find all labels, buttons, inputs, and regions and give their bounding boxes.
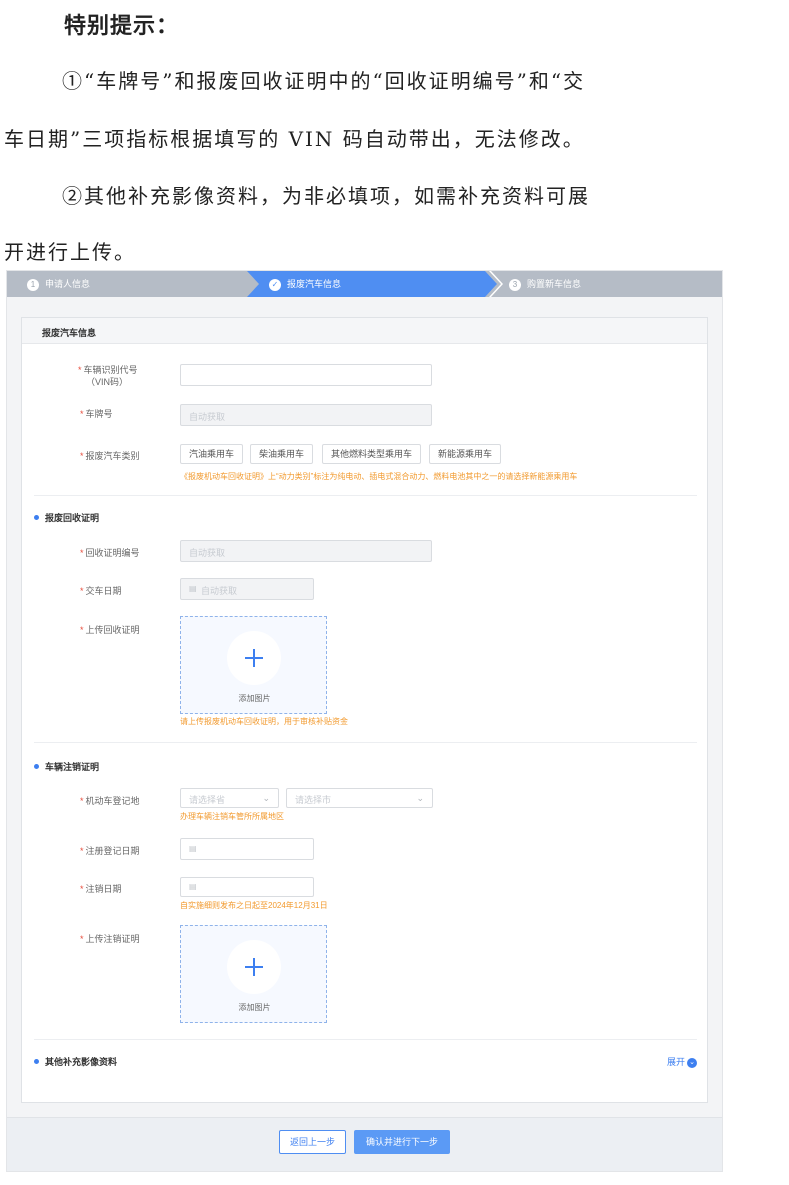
- type-diesel-button[interactable]: 柴油乘用车: [250, 444, 314, 464]
- upload-recycle-dropzone[interactable]: 添加图片: [180, 616, 327, 714]
- step-label-scrapped: 报废汽车信息: [287, 279, 342, 289]
- step-label-applicant: 申请人信息: [45, 279, 91, 289]
- type-gasoline-button[interactable]: 汽油乘用车: [180, 444, 244, 464]
- recycle-section-title: 报废回收证明: [34, 511, 99, 524]
- step-progress-bar: 1 申请人信息 ✓ 报废汽车信息 3 购置新车信息: [7, 271, 722, 297]
- card-title: 报废汽车信息: [42, 328, 97, 338]
- cert-no-label: * 回收证明编号: [80, 548, 140, 558]
- step-applicant[interactable]: 1 申请人信息: [27, 271, 90, 297]
- dereg-section-title: 车辆注销证明: [34, 760, 99, 773]
- divider: [34, 742, 697, 743]
- supplement-row: 展开 ⌄: [22, 1055, 707, 1068]
- step-scrapped-vehicle[interactable]: ✓ 报废汽车信息: [269, 271, 341, 297]
- handover-date-input: ▤ 自动获取: [180, 578, 314, 600]
- notice-line-1: ①“车牌号”和报废回收证明中的“回收证明编号”和“交: [62, 69, 586, 93]
- notice-heading: 特别提示：: [64, 13, 180, 39]
- chevron-down-icon: ⌄: [687, 1057, 697, 1068]
- region-label: * 机动车登记地: [80, 796, 140, 806]
- type-new-energy-button[interactable]: 新能源乘用车: [429, 444, 502, 464]
- reg-date-input[interactable]: ▤: [180, 838, 314, 860]
- footer-action-bar: 返回上一步 确认并进行下一步: [7, 1117, 722, 1171]
- upload-dereg-text: 添加图片: [238, 1003, 271, 1012]
- province-select[interactable]: 请选择省 ⌄: [180, 788, 279, 808]
- calendar-icon: ▤: [189, 882, 197, 891]
- upload-recycle-label: * 上传回收证明: [80, 625, 140, 635]
- plus-icon: [227, 940, 281, 994]
- plate-label: * 车牌号: [80, 409, 113, 419]
- vin-label: * 车辆识别代号 （VIN码）: [78, 365, 138, 387]
- upload-recycle-hint: 请上传报废机动车回收证明，用于审核补贴资金: [180, 717, 348, 726]
- divider: [34, 1039, 697, 1040]
- notice-line-2: 车日期”三项指标根据填写的 VIN 码自动带出，无法修改。: [4, 127, 585, 151]
- notice-line-3: ②其他补充影像资料，为非必填项，如需补充资料可展: [62, 184, 590, 208]
- back-button[interactable]: 返回上一步: [279, 1130, 346, 1154]
- upload-dereg-label: * 上传注销证明: [80, 934, 140, 944]
- notice-line-4: 开进行上传。: [4, 240, 136, 264]
- chevron-down-icon: ⌄: [416, 793, 424, 803]
- region-hint: 办理车辆注销车管所所属地区: [180, 812, 284, 821]
- step-number-3: 3: [509, 278, 521, 291]
- plus-icon: [227, 631, 281, 685]
- upload-dereg-dropzone[interactable]: 添加图片: [180, 925, 327, 1023]
- upload-recycle-text: 添加图片: [238, 694, 271, 703]
- step-number-1: 1: [27, 278, 39, 291]
- city-select[interactable]: 请选择市 ⌄: [286, 788, 433, 808]
- next-step-button[interactable]: 确认并进行下一步: [354, 1130, 450, 1154]
- step-check-icon: ✓: [269, 278, 281, 291]
- handover-date-label: * 交车日期: [80, 586, 122, 596]
- cert-no-input: 自动获取: [180, 540, 432, 562]
- vin-input[interactable]: [180, 364, 432, 386]
- cancel-date-label: * 注销日期: [80, 884, 122, 894]
- expand-button[interactable]: 展开 ⌄: [667, 1055, 697, 1068]
- type-other-fuel-button[interactable]: 其他燃料类型乘用车: [322, 444, 422, 464]
- step-new-car[interactable]: 3 购置新车信息: [509, 271, 581, 297]
- type-options: 汽油乘用车 柴油乘用车 其他燃料类型乘用车 新能源乘用车: [180, 444, 520, 464]
- form-screenshot-panel: 1 申请人信息 ✓ 报废汽车信息 3 购置新车信息 报废汽车信息 * 车辆识别代号 （VI…: [6, 270, 723, 1172]
- plate-input: 自动获取: [180, 404, 432, 426]
- step-label-new-car: 购置新车信息: [527, 279, 582, 289]
- cancel-date-input[interactable]: ▤: [180, 877, 314, 897]
- type-label: * 报废汽车类别: [80, 451, 140, 461]
- cancel-date-hint: 自实施细则发布之日起至2024年12月31日: [180, 901, 328, 910]
- step-divider-icon: [489, 271, 503, 297]
- calendar-icon: ▤: [189, 844, 197, 853]
- card-header: 报废汽车信息: [22, 318, 707, 344]
- reg-date-label: * 注册登记日期: [80, 846, 140, 856]
- calendar-icon: ▤: [189, 584, 197, 593]
- type-hint: 《报废机动车回收证明》上“动力类别”标注为纯电动、插电式混合动力、燃料电池其中之…: [180, 472, 578, 481]
- form-card: 报废汽车信息 * 车辆识别代号 （VIN码） * 车牌号 自动获取 * 报废汽车类别 汽…: [21, 317, 708, 1103]
- expand-label: 展开: [666, 1057, 685, 1067]
- divider: [34, 495, 697, 496]
- chevron-down-icon: ⌄: [262, 793, 270, 803]
